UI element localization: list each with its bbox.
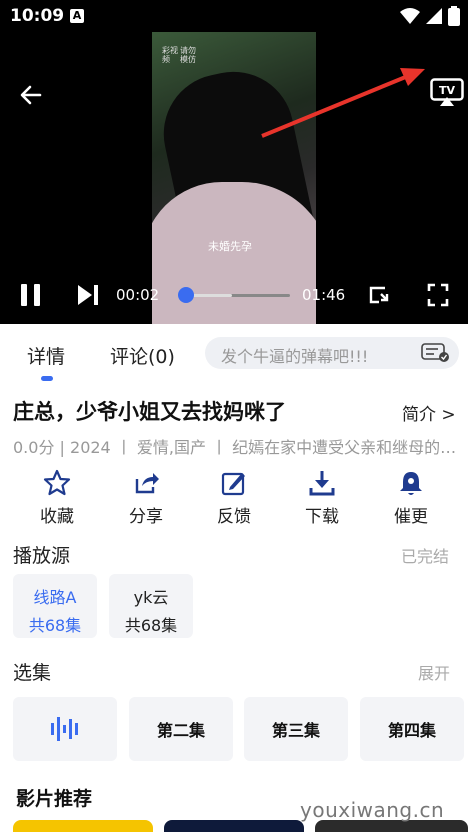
source-count: 共68集 [124, 616, 178, 635]
feedback-label: 反馈 [217, 507, 251, 527]
feedback-button[interactable]: 反馈 [199, 468, 269, 527]
tab-comments[interactable]: 评论(0) [110, 342, 175, 369]
battery-icon [448, 6, 460, 26]
next-icon[interactable] [76, 282, 100, 308]
download-button[interactable]: 下载 [287, 468, 357, 527]
watermark: youxiwang.cn [300, 798, 445, 822]
fullscreen-icon[interactable] [427, 282, 449, 308]
duration: 01:46 [302, 286, 346, 304]
progress-bar[interactable] [182, 294, 290, 297]
source-option-a[interactable]: 线路A 共68集 [13, 574, 97, 638]
source-name: yk云 [133, 588, 169, 607]
playing-waveform-icon [51, 717, 78, 741]
player-controls: 00:02 01:46 [0, 278, 468, 314]
source-name: 线路A [33, 588, 77, 607]
progress-thumb[interactable] [178, 287, 194, 303]
tv-label: TV [439, 84, 456, 97]
sources-title: 播放源 [13, 545, 71, 567]
tabs-row: 详情 评论(0) 发个牛逼的弹幕吧!!! [0, 324, 468, 382]
urge-update-button[interactable]: 催更 [376, 468, 446, 527]
status-icons [400, 6, 460, 26]
intro-link[interactable]: 简介 > [402, 400, 456, 425]
action-row: 收藏 分享 反馈 下载 催更 [0, 468, 468, 528]
episodes-expand[interactable]: 展开 [418, 660, 450, 684]
signal-icon [426, 8, 442, 24]
episodes-title: 选集 [13, 662, 52, 684]
sources-status: 已完结 [401, 547, 450, 566]
recommend-thumb-2[interactable] [164, 820, 304, 832]
video-player[interactable]: 彩视频 请勿模仿 未婚先孕 TV 00:02 01:46 [0, 32, 468, 324]
star-icon [43, 469, 71, 496]
notification-icon: A [70, 9, 84, 23]
current-time: 00:02 [116, 286, 160, 304]
episode-3[interactable]: 第三集 [244, 697, 348, 761]
episode-4[interactable]: 第四集 [360, 697, 464, 761]
recommend-title: 影片推荐 [16, 788, 93, 810]
source-option-yk[interactable]: yk云 共68集 [109, 574, 193, 638]
favorite-label: 收藏 [40, 507, 74, 527]
share-icon [135, 473, 159, 494]
show-title: 庄总，少爷小姐又去找妈咪了 [13, 400, 286, 424]
danmu-settings-icon[interactable] [421, 343, 451, 363]
show-meta: 0.0分 | 2024 丨 爱情,国产 丨 纪嫣在家中遭受父亲和继母的虐待 [13, 438, 463, 457]
wifi-icon [400, 8, 420, 24]
urge-update-label: 催更 [394, 507, 428, 527]
pause-icon[interactable] [20, 282, 42, 308]
status-time: 10:09 [10, 6, 65, 26]
bell-icon [400, 472, 422, 495]
favorite-button[interactable]: 收藏 [22, 468, 92, 527]
edit-icon [221, 472, 245, 496]
share-label: 分享 [129, 507, 163, 527]
rotate-screen-icon[interactable] [367, 282, 391, 308]
danmu-input[interactable]: 发个牛逼的弹幕吧!!! [205, 337, 459, 369]
episode-2[interactable]: 第二集 [129, 697, 233, 761]
download-icon [309, 471, 335, 496]
status-bar: 10:09 A [0, 0, 468, 32]
recommend-thumb-1[interactable] [13, 820, 153, 832]
share-button[interactable]: 分享 [111, 468, 181, 527]
source-count: 共68集 [28, 616, 82, 635]
danmu-placeholder: 发个牛逼的弹幕吧!!! [221, 347, 369, 366]
tab-active-indicator [41, 376, 53, 381]
download-label: 下载 [305, 507, 339, 527]
tab-details[interactable]: 详情 [27, 342, 65, 369]
episode-1-playing[interactable] [13, 697, 117, 761]
tv-cast-button[interactable]: TV [430, 78, 468, 110]
